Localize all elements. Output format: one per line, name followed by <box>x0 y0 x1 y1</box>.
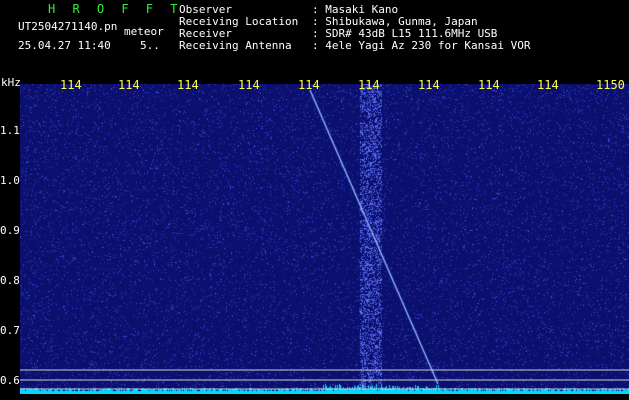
extra-value: 5.. <box>140 39 160 52</box>
file-name: UT2504271140.pn <box>18 20 118 33</box>
spectrogram-plot <box>20 84 629 394</box>
x-tick-label: 114 <box>298 78 320 92</box>
y-tick-label: 0.6 <box>0 374 20 387</box>
x-tick-label: 114 <box>537 78 559 92</box>
x-tick-label: 1150 <box>596 78 625 92</box>
x-tick-label: 114 <box>358 78 380 92</box>
event-tag: meteor <box>124 25 164 38</box>
info-label: Receiving Antenna <box>179 39 292 52</box>
y-tick-label: 1.0 <box>0 174 20 187</box>
x-tick-label: 114 <box>177 78 199 92</box>
program-title: H R O F F T <box>48 2 183 16</box>
info-value: : 4ele Yagi Az 230 for Kansai VOR <box>312 39 531 52</box>
x-tick-label: 114 <box>238 78 260 92</box>
x-tick-label: 114 <box>118 78 140 92</box>
axis-unit-label: kHz <box>1 76 21 89</box>
y-tick-label: 0.9 <box>0 224 20 237</box>
info-antenna: Receiving Antenna : 4ele Yagi Az 230 for… <box>179 40 531 52</box>
x-tick-label: 114 <box>60 78 82 92</box>
y-tick-label: 1.1 <box>0 124 20 137</box>
y-tick-label: 0.8 <box>0 274 20 287</box>
x-tick-label: 114 <box>418 78 440 92</box>
observation-info: Observer : Masaki Kano Receiving Locatio… <box>179 4 531 52</box>
x-axis-ticks: 114 114 114 114 114 114 114 114 114 1150 <box>0 78 629 94</box>
x-tick-label: 114 <box>478 78 500 92</box>
date-time: 25.04.27 11:40 <box>18 39 111 52</box>
y-tick-label: 0.7 <box>0 324 20 337</box>
